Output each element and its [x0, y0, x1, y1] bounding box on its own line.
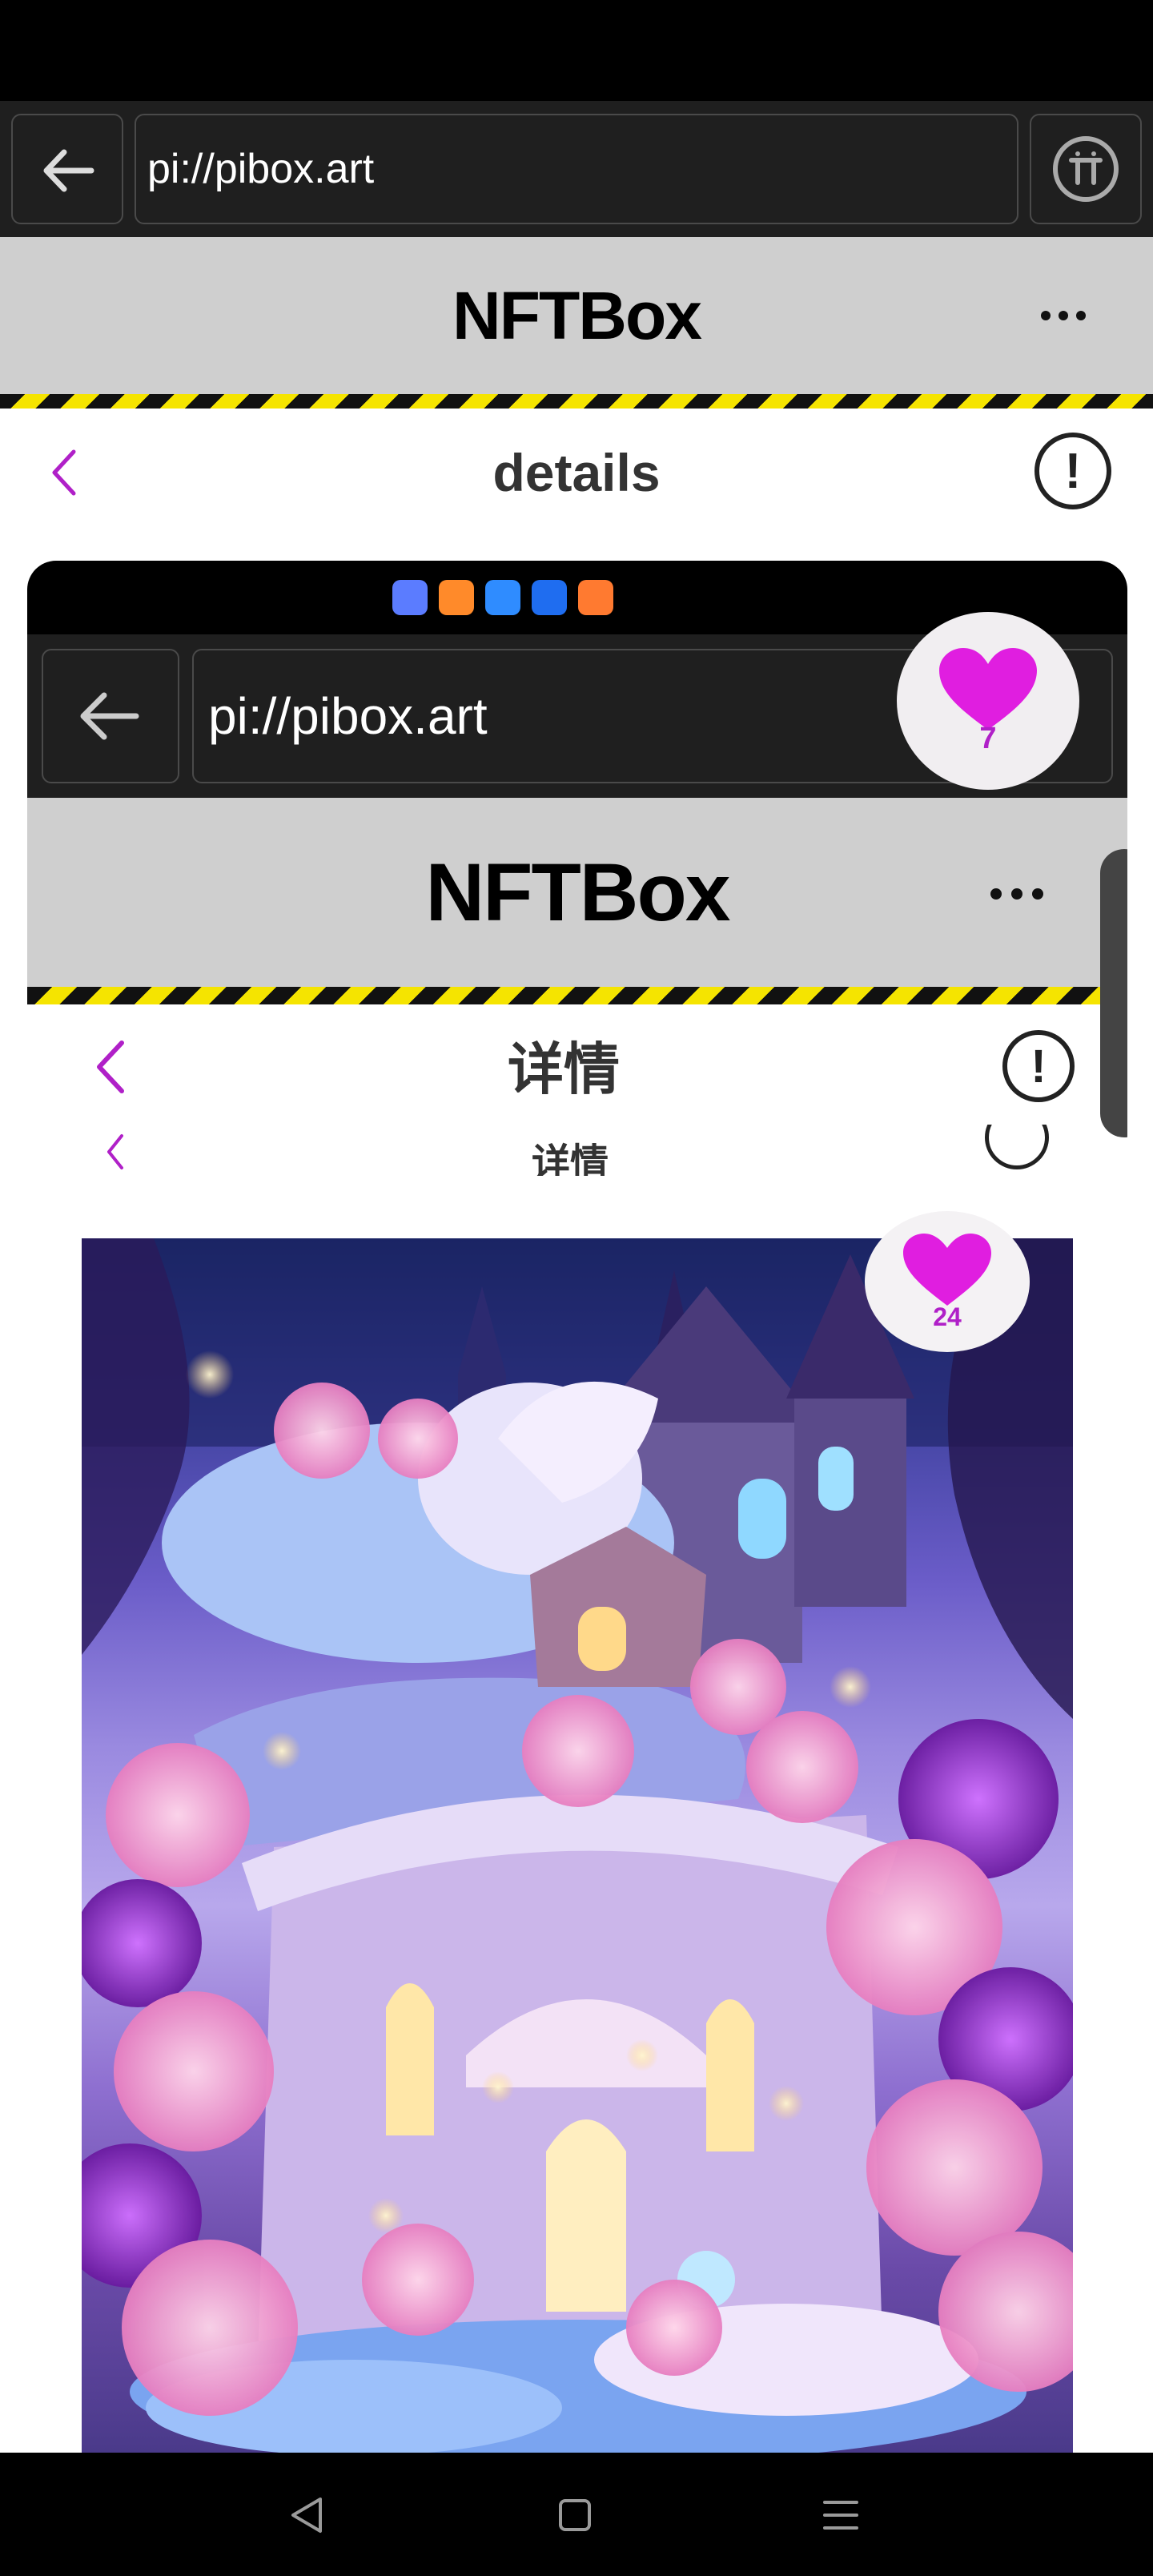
heart-icon: [903, 1233, 991, 1306]
nav-menu-icon[interactable]: [818, 2493, 863, 2538]
browser-back-button[interactable]: [11, 114, 123, 224]
nft-artwork-image[interactable]: [82, 1238, 1073, 2453]
page-header: details !: [0, 409, 1153, 537]
app-icons-row: [392, 580, 613, 615]
embedded-back-button: [42, 649, 179, 783]
embedded-url-text: pi://pibox.art: [208, 687, 488, 745]
image-like-badge[interactable]: 24: [865, 1211, 1030, 1352]
pi-logo-icon: [1053, 136, 1119, 202]
heart-icon: [939, 647, 1037, 730]
nav-home-icon[interactable]: [552, 2493, 597, 2538]
music-app-icon: [392, 580, 428, 615]
fantasy-castle-illustration: [82, 1238, 1073, 2453]
embedded-page-header: 详情 !: [27, 1004, 1100, 1125]
app-header: NFTBox: [0, 237, 1153, 394]
pi-browser-button[interactable]: [1030, 114, 1142, 224]
chevron-left-icon: [97, 1040, 124, 1093]
browser-bar: pi://pibox.art: [0, 101, 1153, 237]
chevron-left-icon: [107, 1134, 123, 1169]
side-scroll-handle: [1100, 849, 1127, 1137]
floating-like-badge[interactable]: 7: [897, 612, 1079, 790]
more-dots-icon[interactable]: [1038, 301, 1089, 330]
embedded-hazard-stripe: [27, 987, 1127, 1004]
embedded-page-title-partial: 详情: [532, 1141, 609, 1176]
embedded-app-header: NFTBox: [27, 798, 1127, 987]
video-app-icon: [439, 580, 474, 615]
cloud-app-icon: [485, 580, 520, 615]
status-bar: [0, 0, 1153, 101]
app-title: NFTBox: [452, 277, 702, 353]
browser-url-field[interactable]: pi://pibox.art: [135, 114, 1018, 224]
info-exclamation-icon[interactable]: !: [1034, 433, 1111, 509]
game-app-icon: [578, 580, 613, 615]
system-nav-bar: [0, 2453, 1153, 2576]
browser-url-text: pi://pibox.art: [147, 146, 375, 192]
nav-back-icon[interactable]: [285, 2493, 330, 2538]
floating-like-count: 7: [979, 721, 997, 755]
arrow-left-icon: [43, 149, 94, 192]
image-like-count: 24: [933, 1302, 962, 1331]
embedded-page-header-partial: 详情: [27, 1125, 1100, 1176]
more-dots-icon: [990, 888, 1043, 900]
chevron-left-icon[interactable]: [45, 444, 85, 501]
info-exclamation-icon: [985, 1125, 1049, 1169]
hazard-stripe: [0, 394, 1153, 409]
embedded-screenshot: pi://pibox.art NFTBox 详情 ! 详情 24: [27, 561, 1127, 2453]
embedded-page-title: 详情: [508, 1036, 620, 1102]
info-exclamation-icon: !: [1002, 1030, 1075, 1102]
page-title: details: [492, 443, 661, 502]
bulb-app-icon: [532, 580, 567, 615]
arrow-left-icon: [80, 692, 139, 740]
embedded-app-title: NFTBox: [425, 846, 731, 938]
